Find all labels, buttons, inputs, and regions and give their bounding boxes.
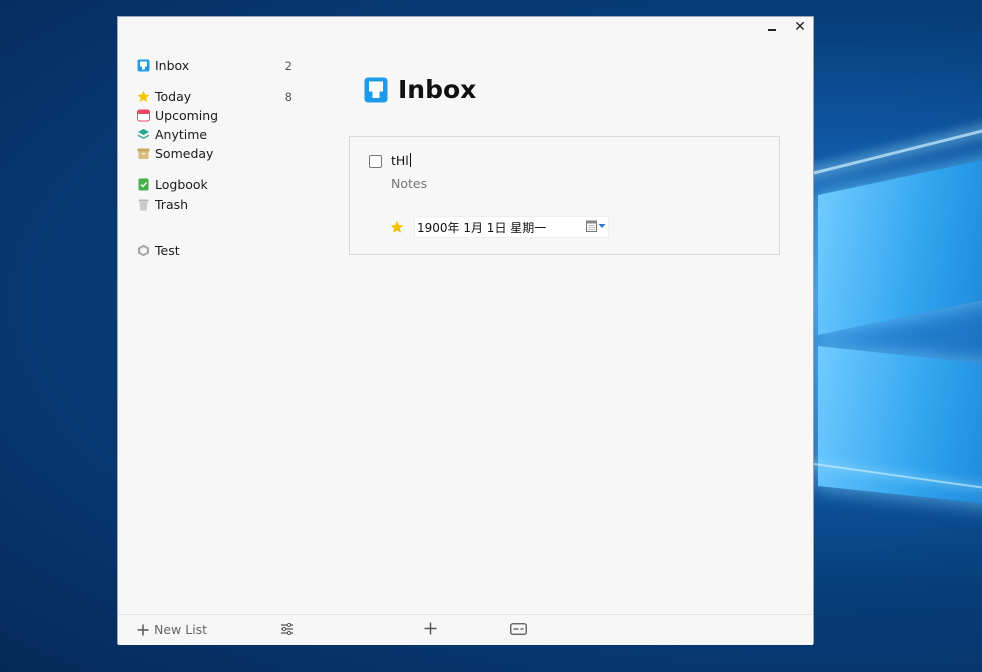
- sidebar-item-label: Trash: [155, 197, 189, 212]
- settings-button[interactable]: [280, 623, 294, 635]
- card-icon: [510, 623, 527, 635]
- sidebar-item-label: Upcoming: [155, 108, 219, 123]
- task-title-input[interactable]: tHl: [391, 153, 411, 168]
- new-list-button[interactable]: New List: [137, 622, 207, 637]
- trash-icon: [137, 198, 150, 211]
- task-checkbox[interactable]: [369, 155, 382, 168]
- date-value: 1900年 1月 1日 星期一: [417, 220, 547, 235]
- sidebar: Inbox 2 Today 8 Upcoming Anytime Someday…: [118, 17, 308, 613]
- sliders-icon: [281, 623, 293, 635]
- calendar-dropdown-button[interactable]: [586, 220, 606, 232]
- task-notes-field[interactable]: [391, 176, 591, 191]
- sidebar-item-label: Inbox: [155, 58, 190, 73]
- inbox-icon: [364, 77, 388, 102]
- quick-entry-button[interactable]: [510, 623, 527, 635]
- task-editor-card: tHl 1900年 1月 1日 星期一: [349, 136, 780, 255]
- minimize-button[interactable]: [765, 19, 779, 35]
- calendar-icon: [586, 220, 597, 232]
- sidebar-item-trash[interactable]: Trash: [137, 195, 292, 214]
- footer-toolbar: New List: [118, 614, 813, 645]
- task-title-text: tHl: [391, 153, 409, 168]
- calendar-icon: [137, 109, 150, 122]
- star-icon: [390, 220, 404, 233]
- archive-box-icon: [137, 147, 150, 160]
- close-button[interactable]: ✕: [793, 19, 807, 35]
- plus-icon: [424, 622, 437, 635]
- star-icon: [137, 90, 150, 103]
- sidebar-item-today[interactable]: Today 8: [137, 87, 292, 106]
- desktop-logo-pane-top: [818, 156, 982, 335]
- sidebar-item-logbook[interactable]: Logbook: [137, 175, 292, 194]
- plus-icon: [137, 624, 149, 635]
- desktop-logo-pane-bottom: [818, 346, 982, 505]
- sidebar-item-label: Logbook: [155, 177, 208, 192]
- sidebar-item-upcoming[interactable]: Upcoming: [137, 106, 292, 125]
- new-list-label: New List: [154, 622, 208, 637]
- minimize-icon: [768, 29, 776, 31]
- sidebar-item-inbox[interactable]: Inbox 2: [137, 56, 292, 75]
- page-title-text: Inbox: [398, 75, 477, 104]
- area-cube-icon: [137, 244, 150, 257]
- sidebar-item-label: Test: [155, 243, 180, 258]
- text-cursor: [409, 153, 411, 167]
- sidebar-item-label: Someday: [155, 146, 214, 161]
- sidebar-item-label: Today: [155, 89, 192, 104]
- sidebar-item-count: 2: [284, 58, 292, 73]
- sidebar-item-test[interactable]: Test: [137, 241, 292, 260]
- sidebar-item-anytime[interactable]: Anytime: [137, 125, 292, 144]
- inbox-icon: [137, 59, 150, 72]
- logbook-icon: [137, 178, 150, 191]
- sidebar-item-count: 8: [284, 89, 292, 104]
- window-controls: ✕: [765, 19, 807, 35]
- add-task-button[interactable]: [424, 622, 437, 635]
- when-row: 1900年 1月 1日 星期一: [390, 216, 609, 238]
- date-picker[interactable]: 1900年 1月 1日 星期一: [414, 216, 609, 238]
- page-title: Inbox: [364, 75, 476, 104]
- sidebar-item-label: Anytime: [155, 127, 208, 142]
- app-window: ✕ Inbox 2 Today 8 Upcoming Anytime Somed…: [117, 16, 814, 645]
- sidebar-item-someday[interactable]: Someday: [137, 144, 292, 163]
- chevron-down-icon: [598, 224, 606, 228]
- layers-icon: [137, 128, 150, 141]
